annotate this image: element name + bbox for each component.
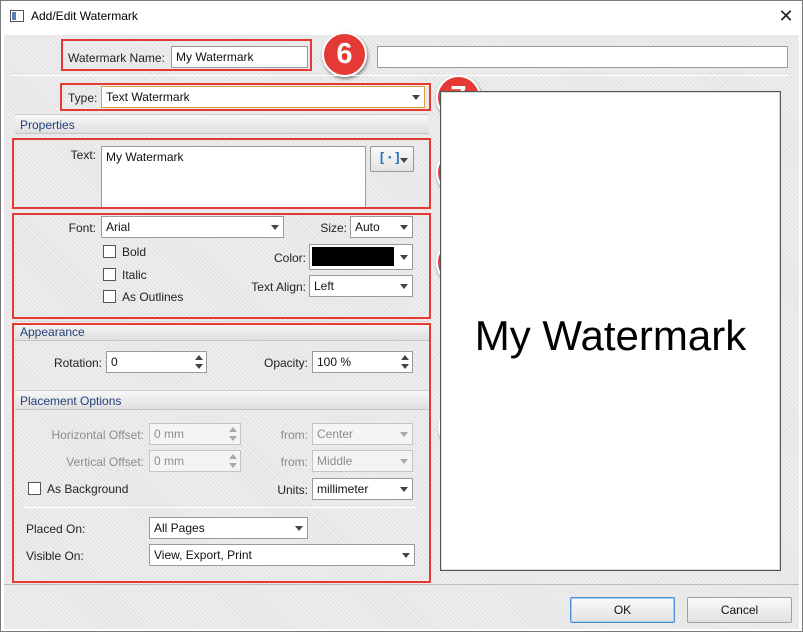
ok-button[interactable]: OK [570, 597, 675, 623]
cancel-button[interactable]: Cancel [687, 597, 792, 623]
properties-section-header: Properties [15, 114, 429, 134]
callout-badge-6: 6 [322, 32, 367, 77]
window-icon [10, 10, 24, 22]
footer-separator [4, 584, 799, 585]
title-bar: Add/Edit Watermark ✕ [1, 1, 802, 32]
highlight-box-9 [12, 213, 431, 319]
separator [10, 75, 790, 76]
highlight-box-6 [61, 39, 312, 71]
close-icon[interactable]: ✕ [771, 3, 801, 29]
add-edit-watermark-dialog: Add/Edit Watermark ✕ Watermark Name: My … [0, 0, 803, 632]
dialog-body: Watermark Name: My Watermark 6 Type: Tex… [4, 32, 799, 629]
highlight-box-10 [12, 323, 431, 583]
watermark-name-extended-field[interactable] [377, 46, 788, 68]
preview-watermark-text: My Watermark [474, 312, 747, 359]
highlight-box-8 [12, 138, 431, 209]
watermark-preview-panel: My Watermark [440, 91, 781, 571]
window-title: Add/Edit Watermark [31, 9, 138, 23]
highlight-box-7 [60, 83, 431, 111]
